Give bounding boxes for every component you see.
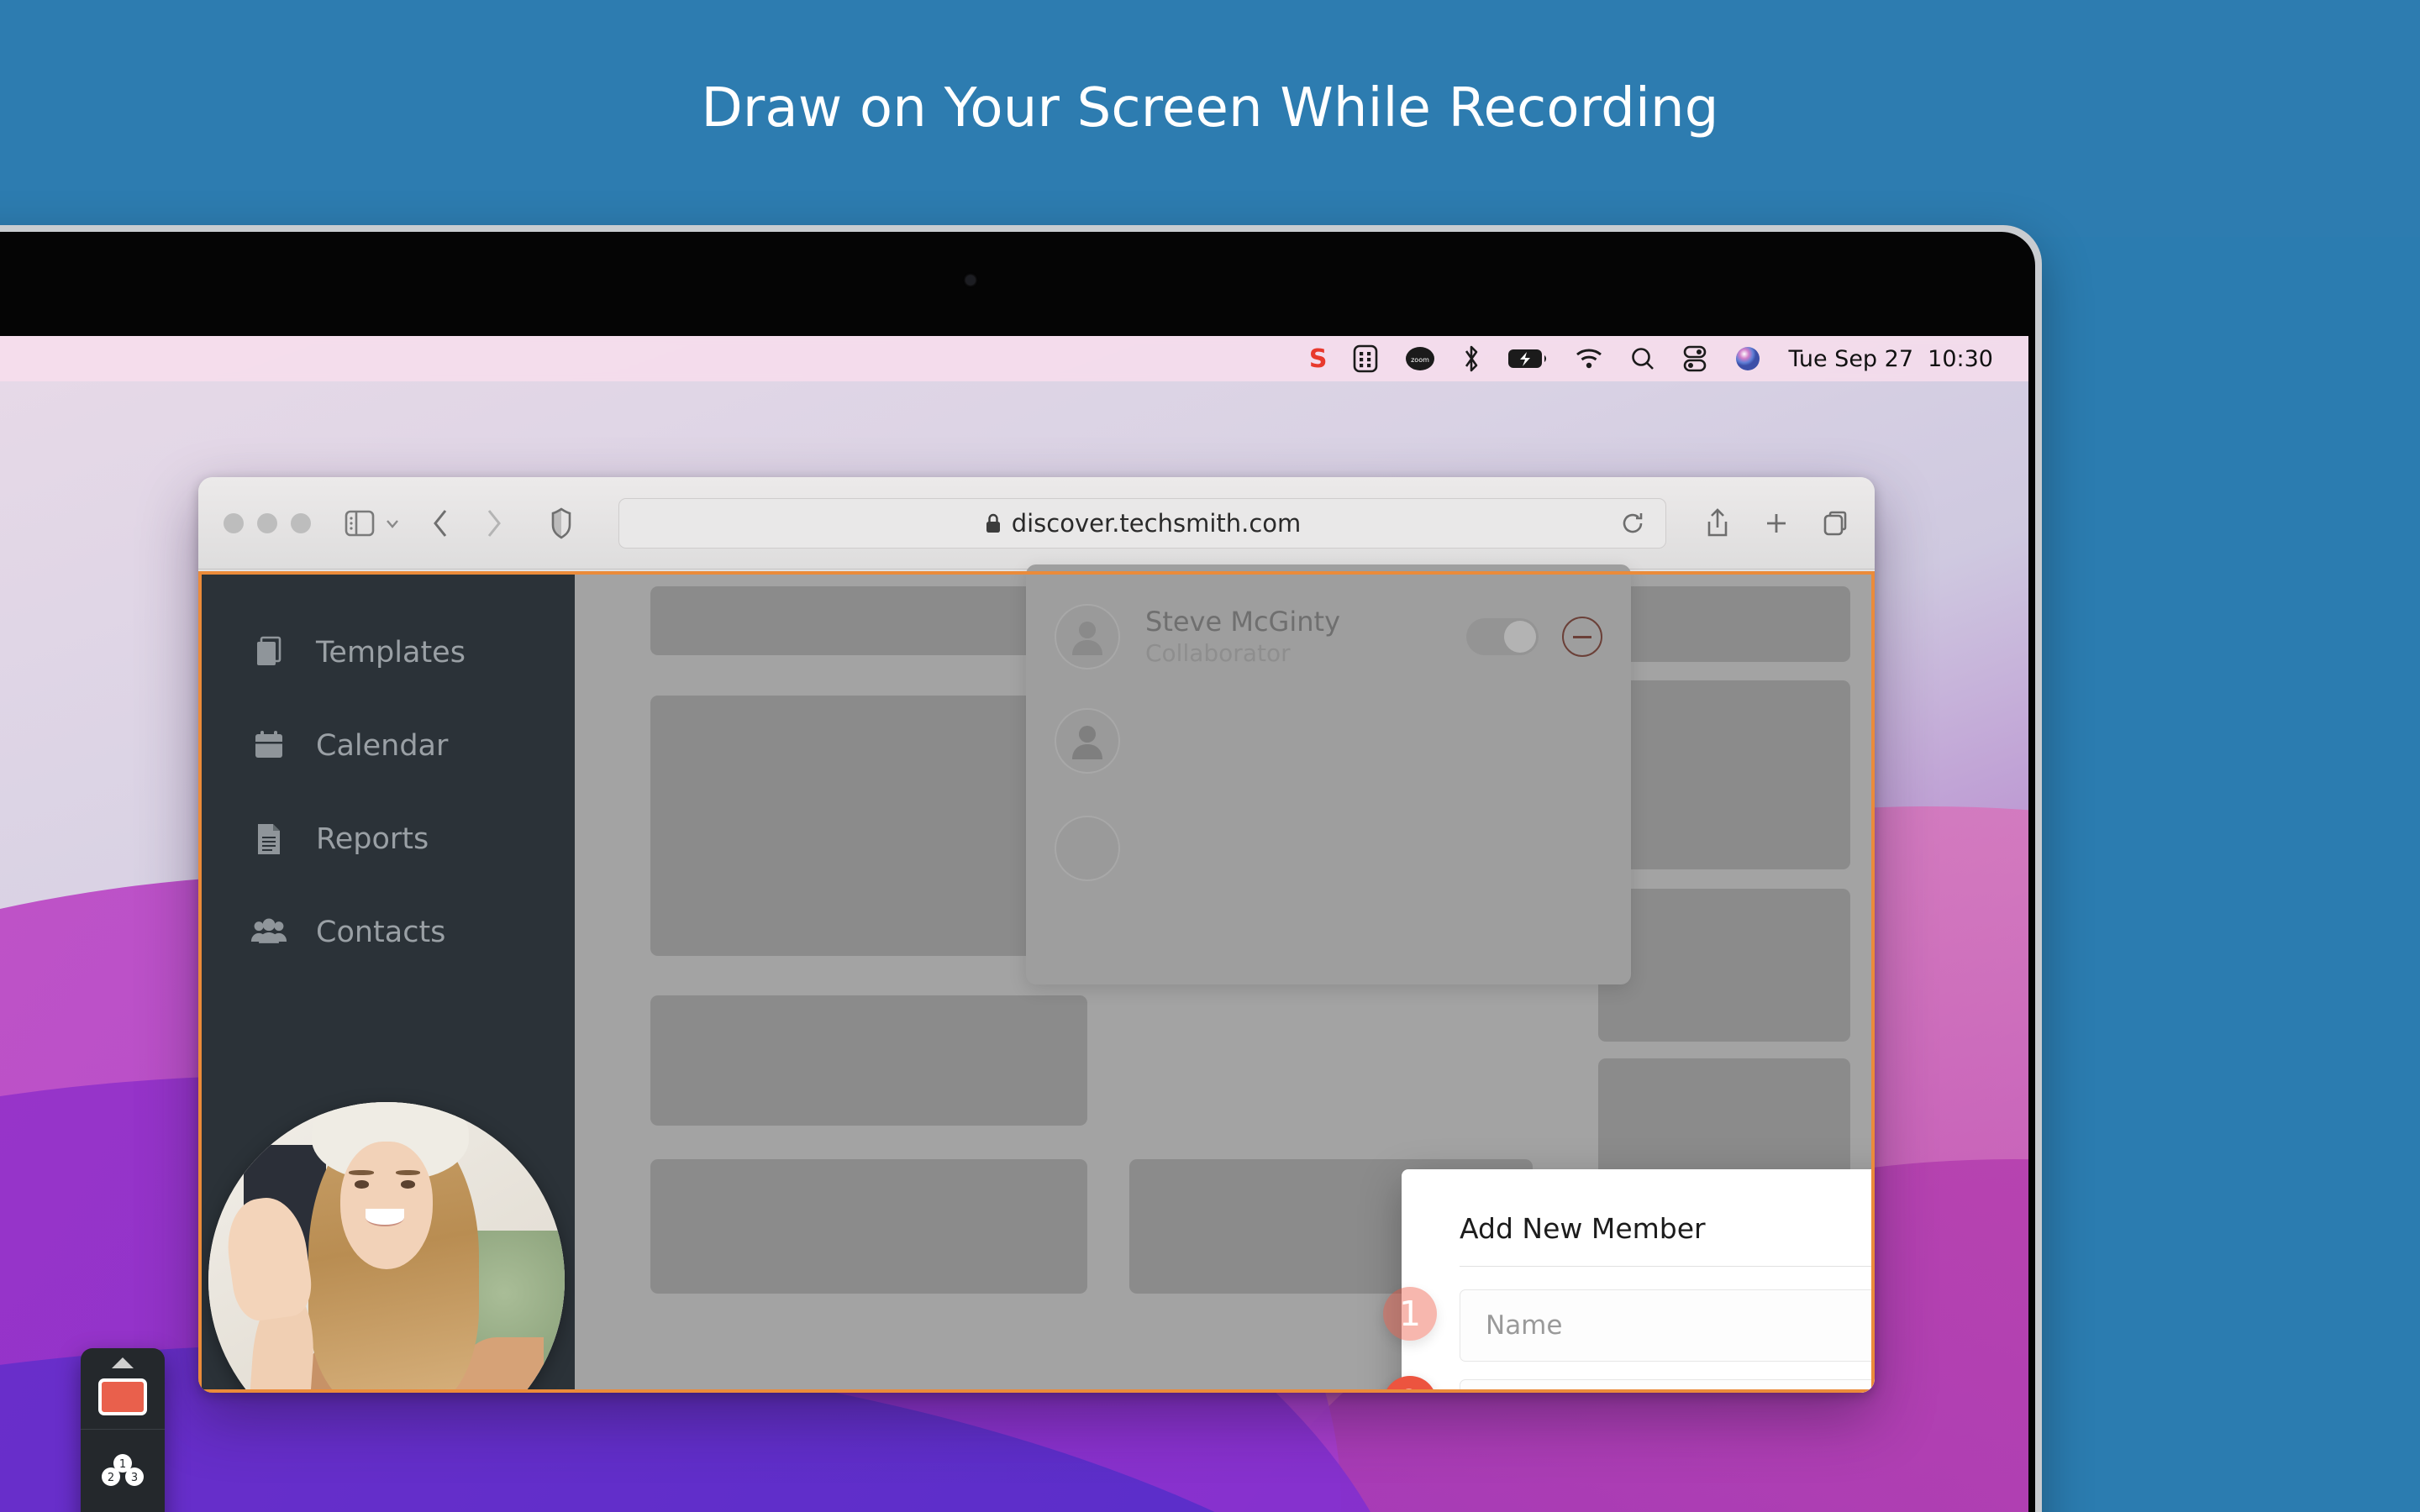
chevron-down-icon[interactable] [383, 514, 402, 533]
control-center-icon[interactable] [1669, 336, 1721, 381]
sidebar-item-label: Reports [316, 822, 429, 856]
bluetooth-icon[interactable] [1449, 336, 1494, 381]
sidebar-item-label: Calendar [316, 729, 448, 763]
webcam-person-face [340, 1142, 433, 1270]
zoom-icon[interactable]: zoom [1392, 336, 1449, 381]
window-traffic-lights[interactable] [224, 513, 311, 533]
color-swatch-button[interactable] [98, 1378, 147, 1415]
tab-overview-icon[interactable] [1823, 510, 1849, 537]
safari-toolbar-right [1705, 507, 1849, 539]
calendar-icon [250, 727, 287, 764]
content-placeholder-block [1598, 889, 1850, 1042]
remove-member-icon[interactable] [1562, 617, 1602, 657]
safari-window: discover.techsmith.com [198, 477, 1875, 1393]
templates-icon [250, 634, 287, 671]
content-placeholder-block [650, 696, 1087, 956]
sidebar-item-label: Templates [316, 636, 466, 669]
webcam-person-eye [401, 1180, 415, 1188]
battery-charging-icon[interactable] [1494, 336, 1561, 381]
app-sidebar: Templates Calendar [198, 571, 575, 1393]
member-role: Collaborator [1145, 638, 1466, 669]
siri-icon[interactable] [1721, 336, 1775, 381]
member-list-panel: Steve McGinty Collaborator [1026, 564, 1631, 984]
svg-text:2: 2 [108, 1472, 114, 1484]
close-window-button[interactable] [224, 513, 244, 533]
back-icon[interactable] [430, 507, 452, 539]
sidebar-item-contacts[interactable]: Contacts [198, 903, 575, 962]
drawing-tool-palette: 1 2 3 [81, 1348, 165, 1512]
address-bar-text: discover.techsmith.com [1012, 509, 1302, 538]
forward-icon[interactable] [482, 507, 504, 539]
sidebar-item-templates[interactable]: Templates [198, 623, 575, 682]
snagit-icon[interactable]: S [1296, 336, 1340, 381]
sidebar-item-label: Contacts [316, 916, 445, 949]
webcam-bubble[interactable] [208, 1102, 565, 1393]
step-number-tool-button[interactable]: 1 2 3 [92, 1445, 154, 1497]
menubar-datetime[interactable]: Tue Sep 27 10:30 [1775, 336, 1996, 381]
member-enabled-toggle[interactable] [1466, 618, 1539, 655]
divider [81, 1429, 165, 1430]
dialog-divider [1460, 1266, 1875, 1267]
name-input[interactable]: Name [1460, 1289, 1875, 1362]
avatar [1055, 604, 1120, 669]
dialog-title: Add New Member [1460, 1212, 1706, 1245]
webcam-person-eye [355, 1180, 369, 1188]
sidebar-item-reports[interactable]: Reports [198, 810, 575, 869]
email-input[interactable]: Email [1460, 1379, 1875, 1393]
webcam-person-brow [396, 1170, 421, 1175]
svg-text:3: 3 [131, 1472, 138, 1484]
reports-icon [250, 821, 287, 858]
lock-icon [984, 512, 1002, 534]
content-placeholder-block [650, 1159, 1087, 1294]
grid-icon[interactable] [1339, 336, 1392, 381]
member-info: Steve McGinty Collaborator [1145, 605, 1466, 669]
reload-icon[interactable] [1620, 511, 1645, 536]
new-tab-icon[interactable] [1764, 511, 1789, 536]
promo-title: Draw on Your Screen While Recording [0, 77, 2420, 139]
sidebar-item-calendar[interactable]: Calendar [198, 717, 575, 775]
maximize-window-button[interactable] [291, 513, 311, 533]
table-row[interactable] [1026, 690, 1631, 791]
macos-desktop: S zoom [0, 336, 2028, 1512]
webcam-person-brow [349, 1170, 374, 1175]
macos-menu-bar: S zoom [0, 336, 2028, 381]
svg-text:1: 1 [119, 1458, 126, 1471]
share-icon[interactable] [1705, 507, 1730, 539]
content-placeholder-block [1598, 680, 1850, 869]
content-placeholder-block [1598, 586, 1850, 662]
wifi-icon[interactable] [1561, 336, 1617, 381]
avatar [1055, 816, 1120, 881]
add-new-member-dialog: Add New Member Name Email Role Cancel Ad… [1402, 1169, 1875, 1393]
promo-banner: Draw on Your Screen While Recording [0, 0, 2420, 237]
table-row[interactable]: Steve McGinty Collaborator [1026, 586, 1631, 687]
content-placeholder-block [650, 995, 1087, 1126]
minimize-window-button[interactable] [257, 513, 277, 533]
shield-icon[interactable] [550, 507, 573, 539]
search-icon[interactable] [1617, 336, 1669, 381]
content-placeholder-block [650, 586, 1087, 655]
web-app-content: Templates Calendar [198, 571, 1875, 1393]
laptop-camera-icon [966, 276, 976, 285]
member-name: Steve McGinty [1145, 605, 1466, 638]
chevron-up-icon[interactable] [112, 1357, 134, 1368]
safari-toolbar: discover.techsmith.com [198, 477, 1875, 570]
contacts-icon [250, 914, 287, 951]
laptop-frame: S zoom [0, 225, 2042, 1512]
svg-text:zoom: zoom [1412, 356, 1430, 364]
address-bar[interactable]: discover.techsmith.com [618, 498, 1666, 549]
sidebar-nav: Templates Calendar [198, 623, 575, 996]
table-row[interactable] [1026, 798, 1631, 899]
avatar [1055, 708, 1120, 774]
laptop-bezel: S zoom [0, 232, 2035, 1512]
step-badge-1: 1 [1383, 1287, 1437, 1341]
sidebar-icon[interactable] [343, 509, 376, 538]
